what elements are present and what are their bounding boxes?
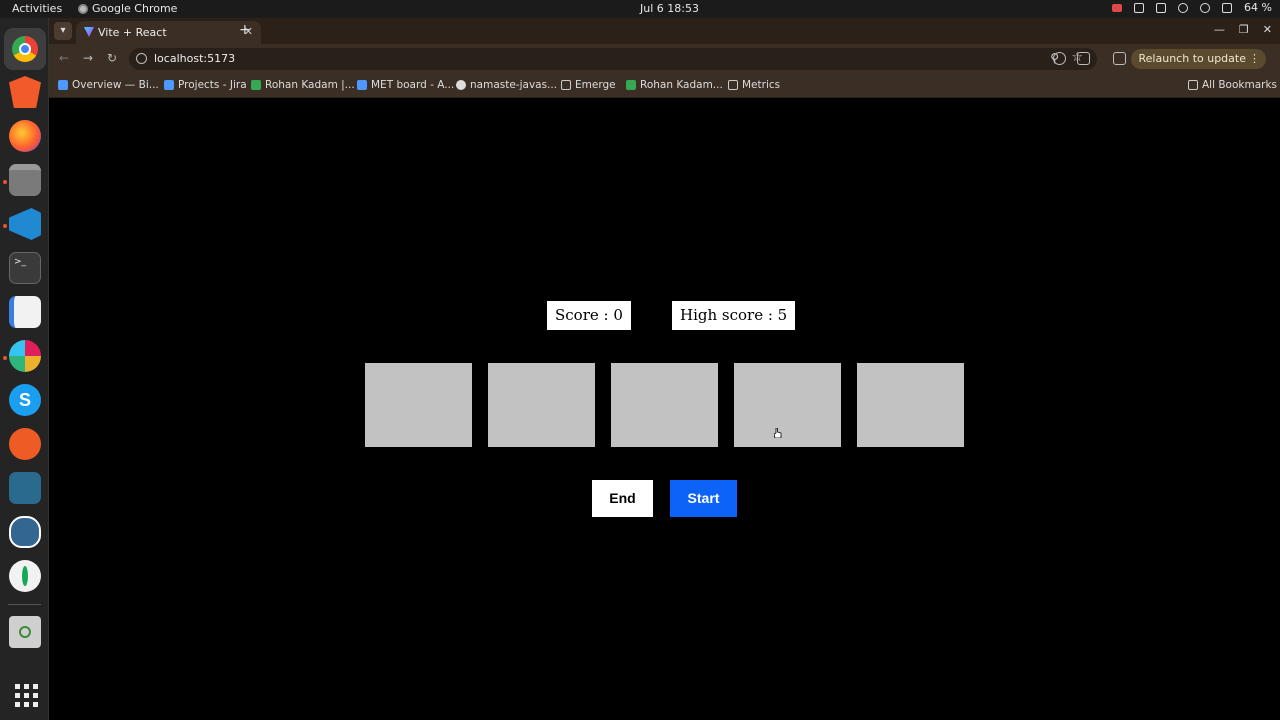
extensions-puzzle-icon[interactable] [1077,52,1090,65]
app-name: Google Chrome [92,2,178,15]
relaunch-label: Relaunch to update [1138,52,1246,65]
minimize-icon[interactable]: — [1214,23,1225,36]
side-panel-icon[interactable] [1113,52,1126,65]
bookmarks-bar: Overview — Bi... Projects - Jira Rohan K… [49,74,1280,98]
jira-icon [164,80,174,90]
window-controls: — ❐ ✕ [1214,23,1272,36]
relaunch-button[interactable]: Relaunch to update ⋮ [1130,49,1266,69]
browser-toolbar: ← → ↻ localhost:5173 ⚲ ☆ Relaunch to upd… [49,44,1280,74]
site-info-icon[interactable] [136,53,147,64]
slack-dock-icon[interactable] [9,340,41,372]
game-tile[interactable] [488,363,595,447]
app-menu[interactable]: Google Chrome [78,2,177,15]
bookmark-item[interactable]: Projects - Jira [164,79,247,91]
all-bookmarks-button[interactable]: All Bookmarks [1188,79,1277,91]
vite-favicon-icon [84,27,94,37]
bookmark-item[interactable]: Metrics [728,79,780,91]
mysql-workbench-dock-icon[interactable] [9,472,41,504]
screen-record-icon [1112,3,1123,12]
tile-row [365,363,964,447]
chrome-icon [78,3,88,14]
system-tray[interactable]: 64 % [1112,1,1272,14]
postgres-dock-icon[interactable] [9,516,41,548]
page-content: Score : 0 High score : 5 End Start [49,99,1280,720]
bookmark-item[interactable]: Rohan Kadam |... [251,79,355,91]
battery-percent: 64 % [1244,1,1272,14]
score-display: Score : 0 [547,301,631,330]
activities-button[interactable]: Activities [12,2,62,15]
sheets-icon [251,80,261,90]
window-close-icon[interactable]: ✕ [1263,23,1272,36]
mouse-cursor-icon [774,428,782,438]
skype-dock-icon[interactable]: S [9,384,41,416]
dock: >_ S [0,18,49,720]
wifi-icon [1178,2,1189,13]
files-dock-icon[interactable] [9,164,41,196]
high-score-display: High score : 5 [672,301,796,330]
game-tile[interactable] [857,363,964,447]
clock[interactable]: Jul 6 18:53 [640,2,699,15]
reload-icon[interactable]: ↻ [107,51,117,65]
bookmark-item[interactable]: Overview — Bi... [58,79,159,91]
bookmark-item[interactable]: MET board - A... [357,79,454,91]
start-button[interactable]: Start [670,480,737,517]
maximize-icon[interactable]: ❐ [1239,23,1249,36]
terminal-dock-icon[interactable]: >_ [9,252,41,284]
system-top-bar: Activities Google Chrome Jul 6 18:53 64 … [0,0,1280,18]
sheets-icon [626,80,636,90]
address-bar[interactable]: localhost:5173 ⚲ ☆ [129,48,1097,70]
jira-icon [357,80,367,90]
jira-icon [58,80,68,90]
postman-dock-icon[interactable] [9,428,41,460]
game-tile[interactable] [734,363,841,447]
battery-icon [1222,2,1233,13]
bookmark-item[interactable]: namaste-javas... [456,79,557,91]
text-editor-dock-icon[interactable] [9,296,41,328]
back-icon[interactable]: ← [59,51,69,65]
slack-tray-icon [1134,2,1145,13]
forward-icon[interactable]: → [83,51,93,65]
end-button[interactable]: End [592,480,653,517]
extension-tray-icon [1156,2,1167,13]
firefox-dock-icon[interactable] [9,120,41,152]
vscode-dock-icon[interactable] [9,208,41,240]
volume-icon [1200,2,1211,13]
tab-search-button[interactable]: ▾ [54,22,72,40]
chrome-dock-icon[interactable] [4,28,46,70]
trash-dock-icon[interactable] [9,616,41,648]
bookmark-item[interactable]: Rohan Kadam... [626,79,723,91]
active-tab[interactable]: Vite + React ✕ [76,21,261,44]
brave-dock-icon[interactable] [9,76,41,108]
show-apps-icon[interactable] [9,678,41,710]
bookmark-item[interactable]: Emerge [561,79,616,91]
more-menu-icon: ⋮ [1249,52,1260,65]
tab-strip: ▾ Vite + React ✕ + — ❐ ✕ [49,18,1280,44]
mongodb-compass-dock-icon[interactable] [9,560,41,592]
url-text[interactable]: localhost:5173 [154,52,235,65]
new-tab-button[interactable]: + [239,22,251,38]
game-tile[interactable] [365,363,472,447]
game-tile[interactable] [611,363,718,447]
extension-icon[interactable] [1053,52,1066,65]
folder-icon [728,80,738,90]
folder-icon [561,80,571,90]
tab-title: Vite + React [98,26,167,39]
folder-icon [1188,80,1198,90]
github-icon [456,80,466,90]
